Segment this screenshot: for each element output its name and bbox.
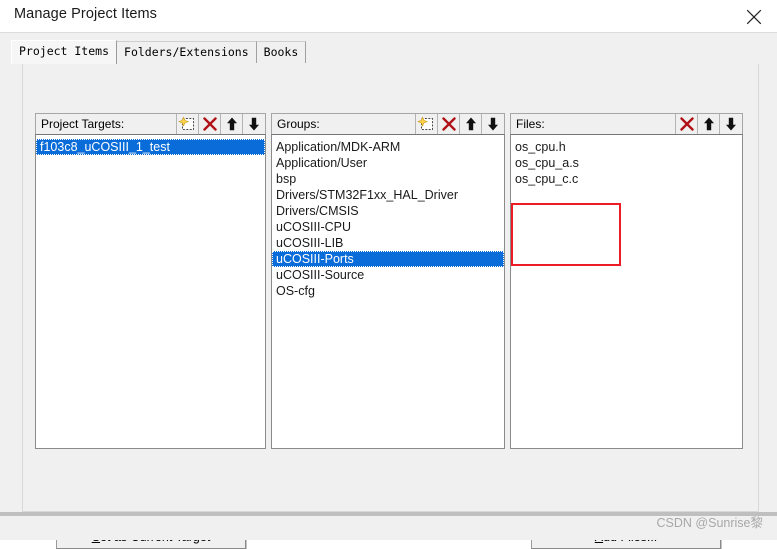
files-toolbar — [675, 114, 741, 134]
window-title: Manage Project Items — [14, 6, 158, 22]
delete-button-files[interactable] — [675, 114, 697, 134]
close-icon — [746, 9, 762, 25]
tab-page-project-items: Project Targets: f103c8_uCOSIII_1_test G… — [0, 63, 777, 549]
tab-project-items[interactable]: Project Items — [11, 40, 118, 64]
tab-list: Project Items Folders/Extensions Books — [11, 40, 307, 64]
delete-button-groups[interactable] — [437, 114, 459, 134]
groups-listbox[interactable]: Application/MDK-ARM Application/User bsp… — [271, 134, 505, 449]
move-up-icon — [704, 117, 714, 131]
move-down-button-files[interactable] — [719, 114, 741, 134]
project-targets-listbox[interactable]: f103c8_uCOSIII_1_test — [35, 134, 266, 449]
move-up-button-groups[interactable] — [459, 114, 481, 134]
delete-icon — [680, 117, 694, 131]
list-item[interactable]: Application/User — [272, 155, 504, 171]
files-header: Files: — [510, 113, 743, 134]
list-item[interactable]: uCOSIII-CPU — [272, 219, 504, 235]
files-listbox[interactable]: os_cpu.h os_cpu_a.s os_cpu_c.c — [510, 134, 743, 449]
project-targets-list: f103c8_uCOSIII_1_test — [36, 135, 265, 155]
files-panel: Files: os_cpu.h os_cpu_a.s os_cpu_c.c — [510, 113, 743, 449]
list-item[interactable]: OS-cfg — [272, 283, 504, 299]
list-item[interactable]: Drivers/STM32F1xx_HAL_Driver — [272, 187, 504, 203]
move-down-icon — [488, 117, 498, 131]
groups-panel: Groups: Application/MDK-ARM Application/… — [271, 113, 505, 449]
delete-icon — [203, 117, 217, 131]
move-down-button-groups[interactable] — [481, 114, 503, 134]
new-item-button-groups[interactable] — [415, 114, 437, 134]
list-item[interactable]: os_cpu_c.c — [511, 171, 742, 187]
list-item[interactable]: Drivers/CMSIS — [272, 203, 504, 219]
manage-project-items-dialog: Manage Project Items Project Items Folde… — [0, 0, 777, 549]
new-item-icon — [417, 116, 433, 130]
project-targets-label: Project Targets: — [41, 117, 125, 131]
move-up-button-targets[interactable] — [220, 114, 242, 134]
project-targets-panel: Project Targets: f103c8_uCOSIII_1_test — [35, 113, 266, 449]
list-item[interactable]: f103c8_uCOSIII_1_test — [36, 139, 265, 155]
project-targets-header: Project Targets: — [35, 113, 266, 134]
move-down-icon — [249, 117, 259, 131]
files-list: os_cpu.h os_cpu_a.s os_cpu_c.c — [511, 135, 742, 187]
list-item[interactable]: uCOSIII-LIB — [272, 235, 504, 251]
delete-button-targets[interactable] — [198, 114, 220, 134]
files-label: Files: — [516, 117, 545, 131]
list-item[interactable]: uCOSIII-Ports — [272, 251, 504, 267]
move-up-icon — [466, 117, 476, 131]
watermark: CSDN @Sunrise黎 — [656, 516, 763, 530]
move-up-button-files[interactable] — [697, 114, 719, 134]
move-down-button-targets[interactable] — [242, 114, 264, 134]
tab-folders-extensions[interactable]: Folders/Extensions — [116, 41, 257, 64]
list-item[interactable]: uCOSIII-Source — [272, 267, 504, 283]
groups-toolbar — [415, 114, 503, 134]
move-up-icon — [227, 117, 237, 131]
groups-header: Groups: — [271, 113, 505, 134]
tab-books[interactable]: Books — [255, 41, 307, 64]
project-targets-toolbar — [176, 114, 264, 134]
new-item-button-targets[interactable] — [176, 114, 198, 134]
move-down-icon — [726, 117, 736, 131]
tab-strip: Project Items Folders/Extensions Books — [0, 32, 777, 65]
groups-list: Application/MDK-ARM Application/User bsp… — [272, 135, 504, 299]
list-item[interactable]: os_cpu_a.s — [511, 155, 742, 171]
close-button[interactable] — [731, 0, 777, 32]
list-item[interactable]: bsp — [272, 171, 504, 187]
new-item-icon — [178, 116, 194, 130]
list-item[interactable]: os_cpu.h — [511, 139, 742, 155]
groups-label: Groups: — [277, 117, 320, 131]
title-bar: Manage Project Items — [0, 0, 777, 32]
list-item[interactable]: Application/MDK-ARM — [272, 139, 504, 155]
delete-icon — [442, 117, 456, 131]
